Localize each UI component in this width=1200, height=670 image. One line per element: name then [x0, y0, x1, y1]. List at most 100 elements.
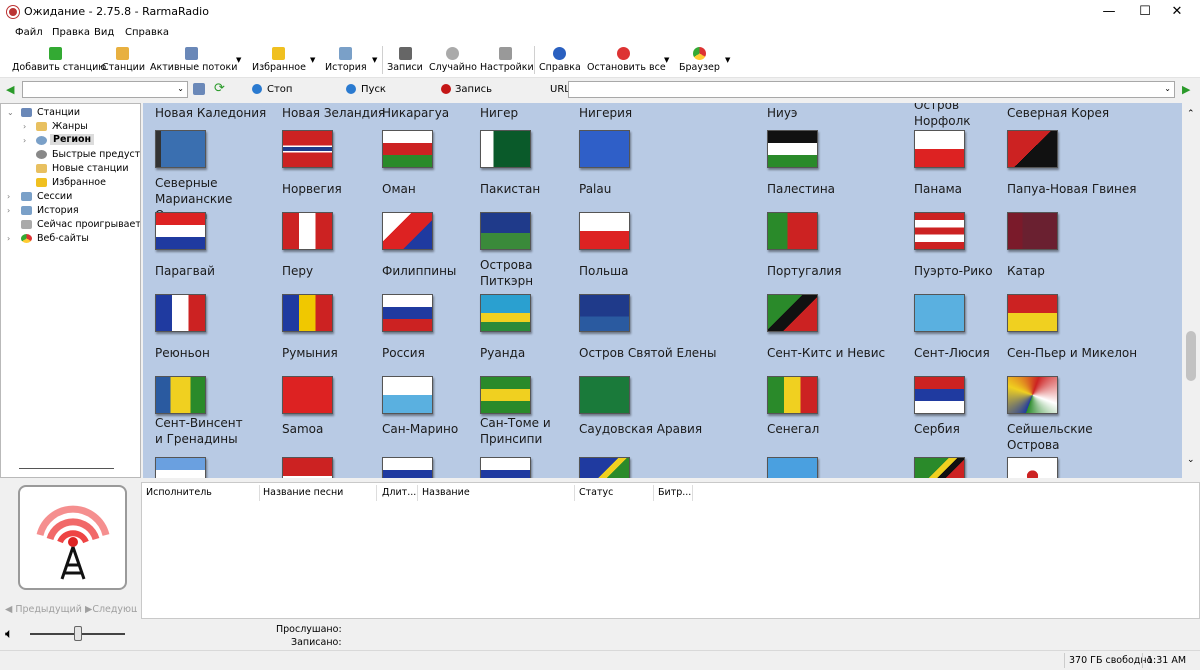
region-label[interactable]: Реюньон: [155, 345, 295, 361]
add-station-button[interactable]: Добавить станцию: [12, 44, 106, 76]
region-flag[interactable]: [282, 457, 333, 478]
tree-item-genres[interactable]: Жанры: [52, 121, 88, 132]
region-flag[interactable]: [155, 130, 206, 168]
expand-icon[interactable]: ›: [23, 122, 26, 131]
tree-item-new-stations[interactable]: Новые станции: [52, 163, 129, 174]
region-label[interactable]: Сан-Томе и Принсипи: [480, 415, 575, 447]
favorites-dropdown-arrow[interactable]: ▼: [310, 56, 315, 64]
region-flag[interactable]: [382, 457, 433, 478]
play-button[interactable]: Пуск: [361, 84, 386, 95]
region-flag[interactable]: [914, 212, 965, 250]
active-dropdown-arrow[interactable]: ▼: [236, 56, 241, 64]
region-flag[interactable]: [155, 212, 206, 250]
region-label[interactable]: Острова Питкэрн: [480, 257, 575, 289]
region-label[interactable]: Palau: [579, 181, 719, 197]
stop-button[interactable]: Стоп: [267, 84, 292, 95]
region-label[interactable]: Катар: [1007, 263, 1147, 279]
back-arrow-icon[interactable]: ◀: [6, 83, 14, 96]
close-button[interactable]: ✕: [1154, 0, 1200, 24]
region-flag[interactable]: [914, 457, 965, 478]
region-flag[interactable]: [579, 457, 630, 478]
scroll-down-icon[interactable]: ⌄: [1187, 455, 1195, 465]
favorites-button[interactable]: Избранное: [252, 44, 306, 76]
sidebar-scrollbar[interactable]: [19, 468, 114, 469]
scroll-thumb[interactable]: [1186, 331, 1196, 381]
expand-icon[interactable]: ›: [7, 234, 10, 243]
region-label[interactable]: Сент-Китс и Невис: [767, 345, 907, 361]
region-label[interactable]: Ниуэ: [767, 105, 907, 121]
go-arrow-icon[interactable]: ▶: [1182, 83, 1190, 96]
region-label[interactable]: Палестина: [767, 181, 907, 197]
region-flag[interactable]: [914, 294, 965, 332]
region-label[interactable]: Польша: [579, 263, 719, 279]
region-label[interactable]: Саудовская Аравия: [579, 421, 719, 437]
region-flag[interactable]: [282, 130, 333, 168]
col-name[interactable]: Название: [422, 487, 470, 498]
region-flag[interactable]: [155, 294, 206, 332]
region-flag[interactable]: [382, 376, 433, 414]
region-label[interactable]: Парагвай: [155, 263, 295, 279]
region-label[interactable]: Нигерия: [579, 105, 719, 121]
random-button[interactable]: Случайно: [429, 44, 477, 76]
region-flag[interactable]: [579, 294, 630, 332]
speaker-icon[interactable]: 🔈︎: [5, 626, 13, 642]
scroll-up-icon[interactable]: ⌃: [1187, 109, 1195, 119]
region-flag[interactable]: [767, 294, 818, 332]
region-flag[interactable]: [155, 457, 206, 478]
region-flag[interactable]: [767, 130, 818, 168]
grid-scrollbar[interactable]: ⌃ ⌄: [1182, 103, 1200, 478]
region-label[interactable]: Остров Святой Елены: [579, 345, 719, 361]
col-bitrate[interactable]: Битр...: [658, 487, 691, 498]
col-artist[interactable]: Исполнитель: [146, 487, 212, 498]
region-flag[interactable]: [382, 294, 433, 332]
region-flag[interactable]: [282, 376, 333, 414]
region-label[interactable]: Папуа-Новая Гвинея: [1007, 181, 1147, 197]
tree-item-websites[interactable]: Веб-сайты: [37, 233, 89, 244]
region-label[interactable]: Сейшельские Острова: [1007, 421, 1147, 453]
region-label[interactable]: Остров Норфолк: [914, 103, 994, 129]
refresh-icon[interactable]: ⟳: [214, 81, 225, 96]
region-flag[interactable]: [282, 212, 333, 250]
region-flag[interactable]: [155, 376, 206, 414]
region-label[interactable]: Португалия: [767, 263, 907, 279]
region-label[interactable]: Северная Корея: [1007, 105, 1147, 121]
records-button[interactable]: Записи: [387, 44, 423, 76]
region-flag[interactable]: [914, 130, 965, 168]
region-flag[interactable]: [480, 376, 531, 414]
region-flag[interactable]: [1007, 130, 1058, 168]
help-button[interactable]: Справка: [539, 44, 581, 76]
col-status[interactable]: Статус: [579, 487, 613, 498]
region-flag[interactable]: [767, 212, 818, 250]
expand-icon[interactable]: ›: [7, 192, 10, 201]
menu-file[interactable]: Файл: [15, 27, 43, 38]
next-button[interactable]: ▶Следующий: [85, 604, 137, 615]
stop-all-dropdown-arrow[interactable]: ▼: [664, 56, 669, 64]
menu-edit[interactable]: Правка: [52, 27, 90, 38]
region-flag[interactable]: [579, 376, 630, 414]
browser-dropdown-arrow[interactable]: ▼: [725, 56, 730, 64]
prev-button[interactable]: ◀ Предыдущий: [5, 604, 82, 615]
menu-help[interactable]: Справка: [125, 27, 169, 38]
tree-item-sessions[interactable]: Сессии: [37, 191, 72, 202]
url-input[interactable]: ⌄: [568, 81, 1175, 98]
record-button[interactable]: Запись: [455, 84, 492, 95]
region-flag[interactable]: [1007, 376, 1058, 414]
region-label[interactable]: Сент-Винсент и Гренадины: [155, 415, 250, 447]
region-label[interactable]: Новая Каледония: [155, 105, 295, 121]
region-flag[interactable]: [579, 130, 630, 168]
region-flag[interactable]: [382, 212, 433, 250]
expand-icon[interactable]: ⌄: [7, 108, 14, 117]
volume-thumb[interactable]: [74, 626, 82, 641]
tree-item-history[interactable]: История: [37, 205, 79, 216]
menu-view[interactable]: Вид: [94, 27, 114, 38]
region-flag[interactable]: [767, 376, 818, 414]
region-flag[interactable]: [914, 376, 965, 414]
expand-icon[interactable]: ›: [7, 206, 10, 215]
track-list[interactable]: Исполнитель Название песни Длит... Назва…: [141, 482, 1200, 619]
tree-item-favorites[interactable]: Избранное: [52, 177, 106, 188]
region-flag[interactable]: [767, 457, 818, 478]
region-flag[interactable]: [382, 130, 433, 168]
history-dropdown-arrow[interactable]: ▼: [372, 56, 377, 64]
region-flag[interactable]: [1007, 294, 1058, 332]
browser-button[interactable]: Браузер: [679, 44, 720, 76]
